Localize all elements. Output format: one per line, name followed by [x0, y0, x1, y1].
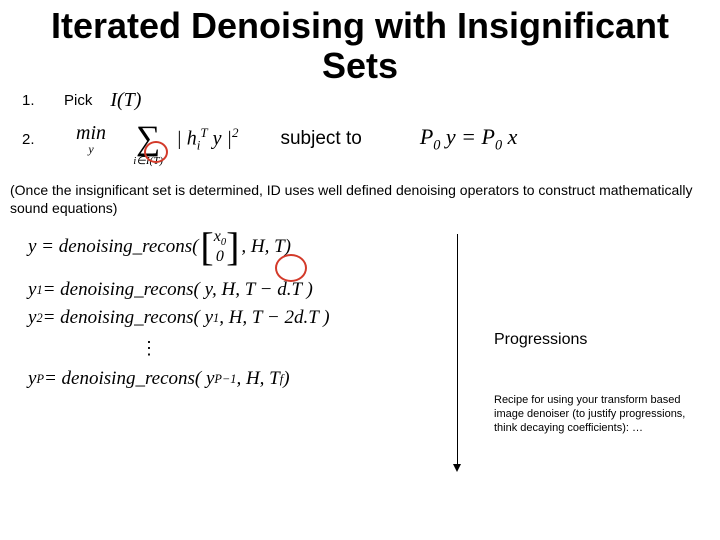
eq1-vec-bot: 0	[214, 249, 226, 265]
term-open: | h	[176, 128, 197, 150]
eq1-vec-top: x	[214, 228, 221, 245]
eq4-close: )	[283, 368, 289, 390]
constraint-formula: P0 y = P0 x	[420, 124, 518, 154]
explanation-paragraph: (Once the insignificant set is determine…	[0, 160, 720, 223]
step-2-number: 2.	[22, 131, 46, 148]
eq1-lhs: y = denoising_recons(	[28, 236, 198, 258]
sum-term: | hiT y |2	[176, 125, 238, 154]
equation-group: y1 = denoising_recons( y, H, T − d.T ) y…	[0, 268, 720, 393]
eq3-tail: , H, T − 2d.T )	[219, 307, 329, 329]
eq4-body: = denoising_recons( y	[44, 368, 214, 390]
step-1-label: Pick	[64, 92, 92, 109]
constraint-x: x	[502, 124, 517, 149]
equation-3: y2 = denoising_recons( y1, H, T − 2d.T )	[0, 304, 720, 332]
step-1-formula: I(T)	[110, 89, 141, 112]
eq3-y: y	[28, 307, 36, 329]
recipe-text: Recipe for using your transform based im…	[494, 394, 710, 435]
term-squared: 2	[232, 125, 239, 140]
eq3-body: = denoising_recons( y	[43, 307, 213, 329]
min-operator: min y	[76, 123, 106, 155]
highlight-circle-1	[144, 141, 168, 163]
min-subscript: y	[88, 143, 93, 155]
eq2-body: = denoising_recons( y, H, T − d.T )	[43, 279, 313, 301]
progressions-label: Progressions	[494, 331, 587, 349]
equation-1: y = denoising_recons( [ x0 0 ] , H, T)	[0, 223, 720, 268]
step-2-row: 2. min y ∑ i∈I(T) | hiT y |2 subject to …	[0, 112, 720, 160]
equation-2: y1 = denoising_recons( y, H, T − d.T )	[0, 276, 720, 304]
constraint-mid: y = P	[440, 124, 495, 149]
min-text: min	[76, 123, 106, 143]
subject-to-label: subject to	[280, 128, 361, 150]
eq4-tail: , H, T	[236, 368, 279, 390]
eq2-y: y	[28, 279, 36, 301]
eq1-vector: [ x0 0 ]	[200, 229, 239, 265]
eq4-sup: P	[36, 372, 44, 387]
slide-title: Iterated Denoising with Insignificant Se…	[0, 0, 720, 87]
term-sup-T: T	[200, 125, 207, 140]
eq4-arg-sup: P−1	[214, 372, 236, 387]
constraint-P1: P	[420, 124, 433, 149]
step-1-row: 1. Pick I(T)	[0, 87, 720, 112]
vertical-ellipsis: ⋮	[0, 332, 720, 365]
step-1-number: 1.	[22, 92, 46, 109]
progressions-arrow	[456, 234, 460, 472]
equation-4: yP = denoising_recons( yP−1, H, Tf )	[0, 365, 720, 393]
term-mid: y |	[208, 128, 232, 150]
